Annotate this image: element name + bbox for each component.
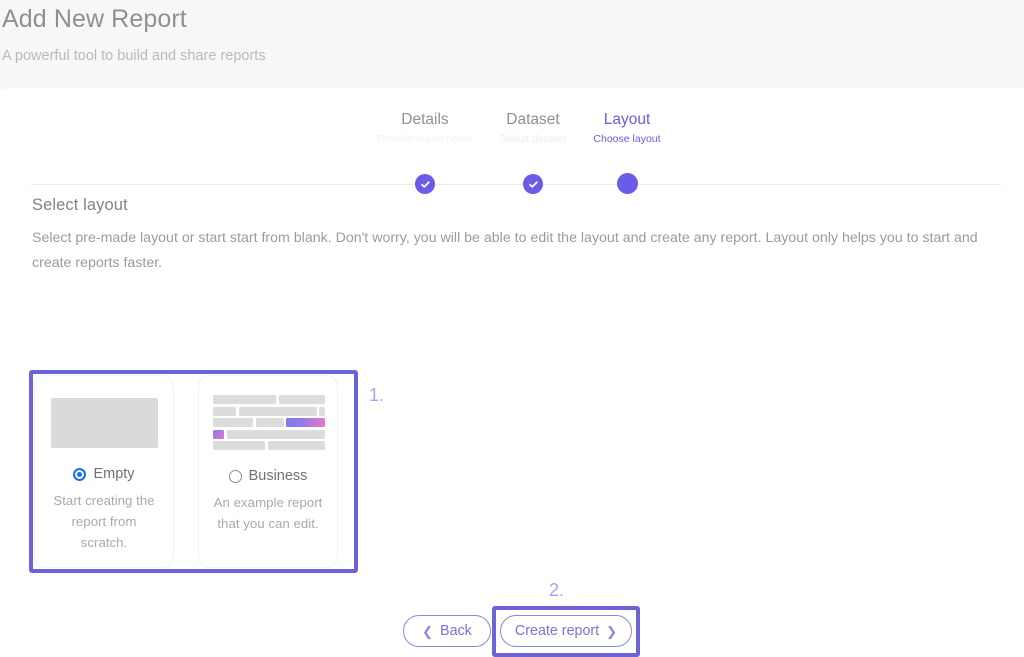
thumbnail-block	[238, 406, 317, 416]
layout-card-business[interactable]: Business An example report that you can …	[198, 375, 338, 568]
empty-thumbnail-icon	[50, 398, 158, 448]
thumbnail-block	[213, 395, 276, 404]
thumbnail-block	[213, 441, 265, 450]
layout-card-business-label: Business	[248, 468, 308, 484]
chevron-left-icon: ❮	[422, 623, 434, 639]
thumbnail-block	[226, 429, 325, 439]
thumbnail-row	[213, 418, 325, 427]
stepper-step-layout-title: Layout	[603, 111, 651, 128]
layout-card-empty[interactable]: Empty Start creating the report from scr…	[34, 375, 174, 568]
back-button-label: Back	[440, 623, 472, 639]
thumbnail-row	[213, 395, 325, 404]
stepper-step-layout-subtitle: Choose layout	[593, 133, 661, 145]
stepper-step-dataset-check-icon	[523, 174, 543, 194]
create-report-button[interactable]: Create report ❯	[500, 615, 632, 647]
section-title: Select layout	[32, 196, 128, 214]
layout-card-list: Empty Start creating the report from scr…	[34, 375, 338, 568]
stepper-step-details-check-icon	[415, 174, 435, 194]
thumbnail-block	[213, 406, 236, 416]
thumbnail-row	[213, 406, 325, 416]
layout-card-empty-label: Empty	[93, 466, 135, 482]
thumbnail-block	[278, 395, 325, 404]
thumbnail-row	[213, 441, 325, 450]
wizard-stepper: Details Provide report name Dataset Sele…	[0, 110, 1024, 200]
page-subtitle: A powerful tool to build and share repor…	[2, 48, 266, 64]
back-button[interactable]: ❮ Back	[403, 615, 491, 647]
thumbnail-gradient-block	[286, 418, 325, 427]
thumbnail-block	[255, 418, 284, 427]
stepper-step-layout-dot-icon	[616, 173, 638, 194]
thumbnail-block	[267, 441, 325, 450]
layout-card-empty-option[interactable]: Empty	[49, 466, 159, 482]
create-report-button-label: Create report	[514, 623, 600, 639]
chevron-right-icon: ❯	[606, 623, 618, 639]
thumbnail-block	[319, 406, 325, 416]
check-icon	[420, 180, 430, 188]
thumbnail-block	[213, 418, 253, 427]
thumbnail-row	[213, 429, 325, 439]
page-header: Add New Report A powerful tool to build …	[0, 0, 1024, 89]
stepper-connector-line	[31, 184, 1001, 185]
stepper-step-layout[interactable]: Layout Choose layout	[537, 110, 717, 194]
annotation-marker-one: 1.	[369, 385, 385, 405]
radio-empty[interactable]	[73, 467, 87, 481]
thumbnail-gradient-block	[213, 429, 224, 439]
layout-card-business-option[interactable]: Business	[213, 468, 323, 484]
layout-card-business-description: An example report that you can edit.	[213, 495, 323, 531]
section-description: Select pre-made layout or start start fr…	[32, 230, 978, 271]
business-thumbnail-icon	[213, 395, 325, 450]
page-title: Add New Report	[2, 5, 187, 33]
annotation-marker-two: 2.	[549, 580, 565, 600]
radio-business[interactable]	[228, 469, 242, 483]
content-panel: Details Provide report name Dataset Sele…	[0, 88, 1024, 657]
layout-card-empty-description: Start creating the report from scratch.	[53, 493, 155, 550]
check-icon	[528, 180, 538, 188]
